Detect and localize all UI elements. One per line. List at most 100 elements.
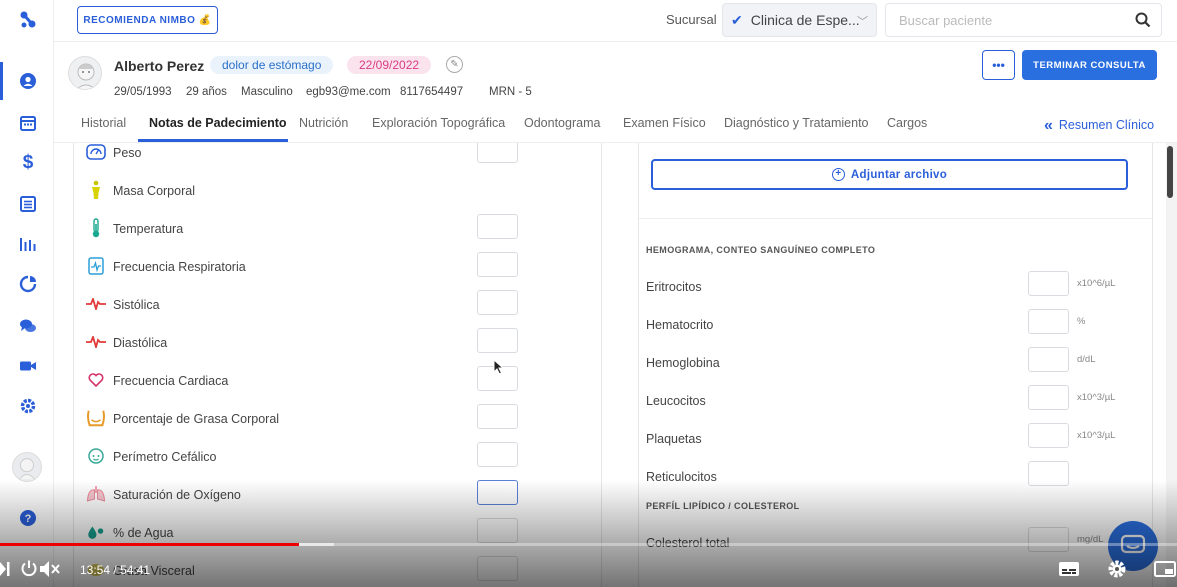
- lab-label: Hematocrito: [646, 318, 714, 332]
- patient-search-input[interactable]: Buscar paciente: [885, 3, 1162, 37]
- tab-odontograma[interactable]: Odontograma: [524, 116, 600, 130]
- lab-row: Hematocrito %: [639, 309, 1152, 347]
- vital-input[interactable]: [477, 290, 518, 315]
- tab-historial[interactable]: Historial: [81, 116, 126, 130]
- lab-input[interactable]: [1028, 309, 1069, 334]
- vital-input[interactable]: [477, 328, 518, 353]
- vital-row: Diastólica: [74, 325, 601, 363]
- vital-input[interactable]: [477, 556, 518, 581]
- sucursal-value: Clinica de Espe...: [750, 12, 860, 28]
- settings-gear-icon[interactable]: [1107, 559, 1127, 579]
- power-icon[interactable]: [20, 559, 38, 577]
- vital-label: Frecuencia Cardiaca: [113, 374, 229, 388]
- user-icon[interactable]: [18, 71, 38, 91]
- pulse-icon: [86, 332, 106, 352]
- more-options-button[interactable]: •••: [982, 50, 1015, 80]
- patient-avatar: [68, 56, 102, 90]
- lab-input[interactable]: [1028, 423, 1069, 448]
- vital-label: Diastólica: [113, 336, 168, 350]
- tab-nutricion[interactable]: Nutrición: [299, 116, 348, 130]
- end-consult-button[interactable]: TERMINAR CONSULTA: [1022, 50, 1157, 80]
- respiratory-icon: [86, 256, 106, 276]
- vital-input[interactable]: [477, 442, 518, 467]
- lab-row: Hemoglobina d/dL: [639, 347, 1152, 385]
- page-scrollbar[interactable]: [1166, 143, 1177, 587]
- lab-unit: d/dL: [1077, 354, 1096, 365]
- vital-input[interactable]: [477, 214, 518, 239]
- search-icon[interactable]: [1135, 12, 1151, 31]
- lab-label: Reticulocitos: [646, 470, 717, 484]
- vital-label: Temperatura: [113, 222, 184, 236]
- lab-input[interactable]: [1028, 527, 1069, 552]
- app-logo-icon[interactable]: [18, 10, 38, 30]
- vital-input[interactable]: [477, 404, 518, 429]
- head-icon: [86, 446, 106, 466]
- vital-label: % de Agua: [113, 526, 174, 540]
- lab-input[interactable]: [1028, 385, 1069, 410]
- vital-input[interactable]: [477, 143, 518, 163]
- vital-label: Peso: [113, 146, 142, 160]
- list-icon[interactable]: [18, 194, 38, 214]
- tab-cargos[interactable]: Cargos: [887, 116, 927, 130]
- edit-pencil-icon[interactable]: ✎: [446, 56, 463, 73]
- subtitles-icon[interactable]: [1058, 561, 1080, 577]
- vital-label: Frecuencia Respiratoria: [113, 260, 246, 274]
- vital-label: Saturación de Oxígeno: [113, 488, 241, 502]
- resumen-clinico-link[interactable]: « Resumen Clínico: [1044, 116, 1154, 134]
- lab-input[interactable]: [1028, 271, 1069, 296]
- consult-tabs: Historial Notas de Padecimiento Nutrició…: [54, 106, 1177, 143]
- sucursal-select[interactable]: ✔ Clinica de Espe... ﹀: [722, 3, 877, 37]
- lab-row: Colesterol total mg/dL: [639, 527, 1152, 565]
- pie-chart-icon[interactable]: [18, 274, 38, 294]
- thermometer-icon: [86, 218, 106, 238]
- skip-next-icon[interactable]: [0, 560, 10, 578]
- plus-circle-icon: +: [831, 168, 845, 181]
- svg-text:?: ?: [25, 513, 32, 525]
- user-avatar[interactable]: [12, 452, 42, 482]
- vital-row: Perímetro Cefálico: [74, 439, 601, 477]
- bar-chart-icon[interactable]: [18, 234, 38, 254]
- video-progress-bar[interactable]: [0, 543, 299, 546]
- sucursal-label: Sucursal: [666, 12, 717, 27]
- help-icon[interactable]: ?: [18, 508, 38, 528]
- attach-file-button[interactable]: + Adjuntar archivo: [651, 159, 1128, 190]
- gear-icon[interactable]: [18, 396, 38, 416]
- vital-input[interactable]: [477, 252, 518, 277]
- vital-row: Frecuencia Cardiaca: [74, 363, 601, 401]
- vital-label: Perímetro Cefálico: [113, 450, 217, 464]
- video-camera-icon[interactable]: [18, 356, 38, 376]
- dollar-icon[interactable]: $: [18, 152, 38, 173]
- lab-input[interactable]: [1028, 461, 1069, 486]
- video-time: 13:54 / 54:41: [80, 563, 151, 577]
- patient-mrn: MRN - 5: [489, 86, 532, 98]
- chevron-down-icon: ﹀: [857, 16, 868, 28]
- chat-icon[interactable]: [18, 316, 38, 336]
- lab-row: Reticulocitos: [639, 461, 1152, 499]
- vital-row: Peso: [74, 143, 601, 173]
- lab-input[interactable]: [1028, 347, 1069, 372]
- recommend-nimbo-button[interactable]: RECOMIENDA NIMBO 💰: [77, 6, 218, 34]
- lab-unit: x10^3/µL: [1077, 430, 1116, 441]
- patient-phone: 8117654497: [400, 86, 464, 98]
- tab-diagnostico-tratamiento[interactable]: Diagnóstico y Tratamiento: [724, 116, 869, 130]
- search-placeholder: Buscar paciente: [899, 12, 993, 28]
- body-fat-icon: [86, 408, 106, 428]
- tab-examen-fisico[interactable]: Examen Físico: [623, 116, 706, 130]
- vital-row: Porcentaje de Grasa Corporal: [74, 401, 601, 439]
- chat-bubble-icon: [1120, 534, 1146, 554]
- vital-input[interactable]: [477, 518, 518, 543]
- mute-icon[interactable]: [38, 559, 60, 579]
- patient-name: Alberto Perez: [114, 58, 205, 74]
- vital-input[interactable]: [477, 480, 518, 505]
- tab-notas-padecimiento[interactable]: Notas de Padecimiento: [149, 116, 287, 130]
- attach-file-label: Adjuntar archivo: [850, 168, 948, 181]
- lab-label: Hemoglobina: [646, 356, 720, 370]
- vital-row: Sistólica: [74, 287, 601, 325]
- vital-label: Porcentaje de Grasa Corporal: [113, 412, 280, 426]
- patient-email: egb93@me.com: [306, 86, 391, 98]
- vital-row: Grasa Visceral: [74, 553, 601, 587]
- tab-exploracion-topografica[interactable]: Exploración Topográfica: [372, 116, 505, 130]
- calendar-icon[interactable]: [18, 113, 38, 133]
- miniplayer-icon[interactable]: [1154, 561, 1176, 577]
- page-scrollbar-thumb[interactable]: [1167, 146, 1173, 198]
